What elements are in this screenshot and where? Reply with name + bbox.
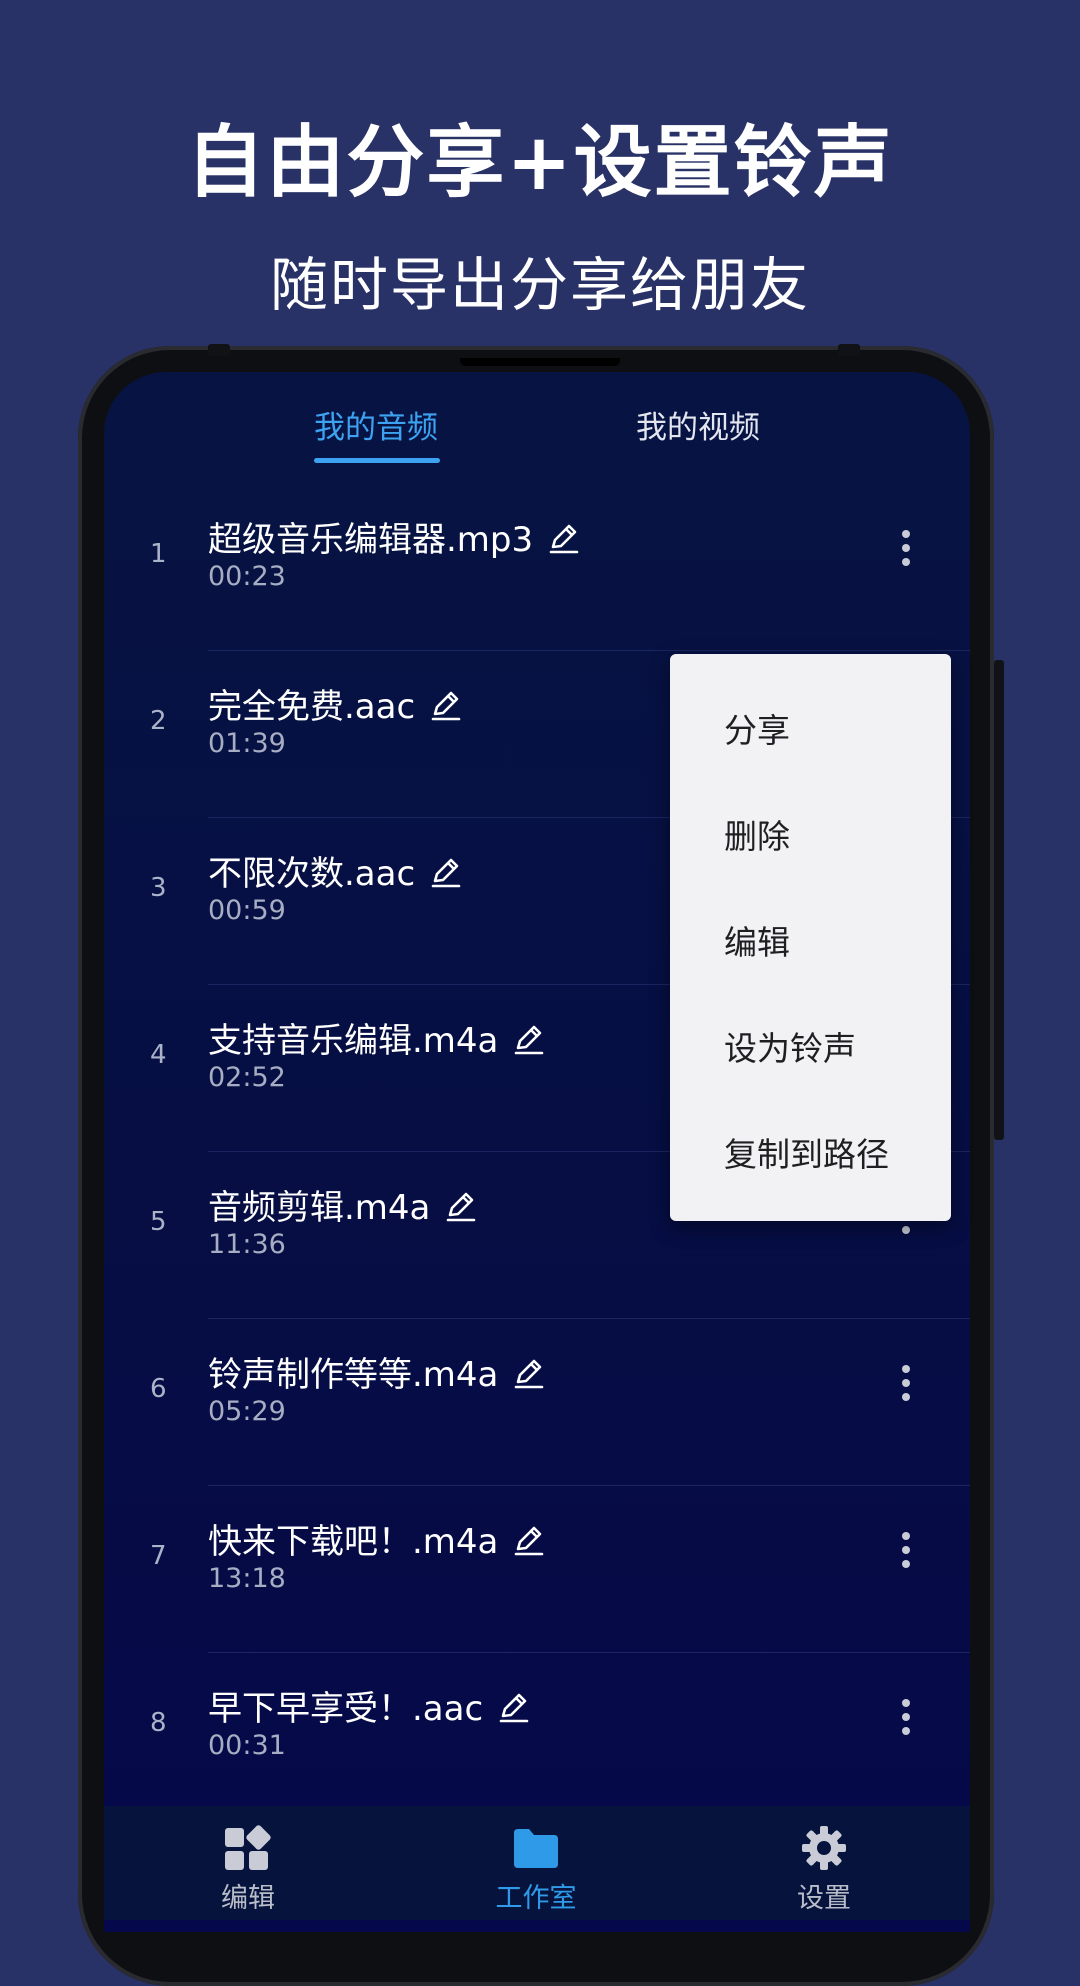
list-item[interactable]: 6 铃声制作等等.m4a 05:29 bbox=[104, 1319, 970, 1486]
menu-item-copy-to-path[interactable]: 复制到路径 bbox=[724, 1128, 889, 1176]
menu-item-set-ringtone[interactable]: 设为铃声 bbox=[724, 1022, 856, 1070]
item-title: 支持音乐编辑.m4a bbox=[208, 1013, 546, 1062]
item-title: 音频剪辑.m4a bbox=[208, 1180, 478, 1229]
nav-settings-label: 设置 bbox=[797, 1883, 851, 1914]
item-title: 不限次数.aac bbox=[208, 846, 463, 895]
item-title-text: 快来下载吧！.m4a bbox=[208, 1522, 499, 1562]
list-item[interactable]: 1 超级音乐编辑器.mp3 00:23 bbox=[104, 484, 970, 651]
item-index: 8 bbox=[150, 1708, 167, 1738]
pencil-edit-icon[interactable] bbox=[444, 1189, 478, 1223]
item-title: 快来下载吧！.m4a bbox=[208, 1514, 546, 1563]
bottom-navigation: 编辑 工作室 设置 bbox=[104, 1806, 970, 1920]
grid-shapes-icon bbox=[225, 1825, 271, 1870]
list-item[interactable]: 7 快来下载吧！.m4a 13:18 bbox=[104, 1486, 970, 1653]
item-title-text: 完全免费.aac bbox=[208, 687, 416, 727]
promo-headline: 自由分享+设置铃声 bbox=[186, 118, 894, 208]
pencil-edit-icon[interactable] bbox=[429, 855, 463, 889]
phone-side-button bbox=[994, 660, 1004, 1140]
item-title-text: 音频剪辑.m4a bbox=[208, 1188, 431, 1228]
tab-bar: 我的音频 我的视频 bbox=[104, 372, 970, 482]
more-vertical-icon[interactable] bbox=[894, 1359, 918, 1407]
promo-subline: 随时导出分享给朋友 bbox=[269, 251, 810, 319]
nav-studio-label: 工作室 bbox=[495, 1883, 577, 1914]
phone-notch bbox=[460, 358, 620, 366]
item-index: 6 bbox=[150, 1374, 167, 1404]
item-title: 早下早享受！.aac bbox=[208, 1681, 531, 1730]
item-title-text: 支持音乐编辑.m4a bbox=[208, 1021, 499, 1061]
tab-my-video[interactable]: 我的视频 bbox=[636, 402, 760, 447]
item-index: 3 bbox=[150, 873, 167, 903]
tab-my-audio[interactable]: 我的音频 bbox=[314, 402, 438, 447]
item-index: 5 bbox=[150, 1207, 167, 1237]
item-title-text: 不限次数.aac bbox=[208, 854, 416, 894]
phone-top-button bbox=[838, 344, 860, 356]
active-tab-indicator bbox=[314, 458, 440, 463]
nav-settings[interactable]: 设置 bbox=[754, 1824, 894, 1915]
menu-item-share[interactable]: 分享 bbox=[724, 704, 790, 752]
phone-top-button bbox=[208, 344, 230, 356]
more-vertical-icon[interactable] bbox=[894, 1526, 918, 1574]
item-index: 2 bbox=[150, 706, 167, 736]
menu-item-edit[interactable]: 编辑 bbox=[724, 916, 790, 964]
list-item[interactable]: 8 早下早享受！.aac 00:31 bbox=[104, 1653, 970, 1820]
menu-item-delete[interactable]: 删除 bbox=[724, 810, 790, 858]
item-duration: 00:59 bbox=[208, 895, 286, 926]
item-duration: 02:52 bbox=[208, 1062, 286, 1093]
item-title: 完全免费.aac bbox=[208, 679, 463, 728]
pencil-edit-icon[interactable] bbox=[497, 1690, 531, 1724]
item-duration: 00:31 bbox=[208, 1730, 286, 1761]
folder-icon bbox=[514, 1829, 558, 1868]
item-title-text: 超级音乐编辑器.mp3 bbox=[208, 520, 534, 560]
item-duration: 11:36 bbox=[208, 1229, 286, 1260]
pencil-edit-icon[interactable] bbox=[547, 521, 581, 555]
item-duration: 13:18 bbox=[208, 1563, 286, 1594]
nav-edit[interactable]: 编辑 bbox=[178, 1824, 318, 1915]
more-vertical-icon[interactable] bbox=[894, 1693, 918, 1741]
item-duration: 05:29 bbox=[208, 1396, 286, 1427]
item-title: 铃声制作等等.m4a bbox=[208, 1347, 546, 1396]
item-title: 超级音乐编辑器.mp3 bbox=[208, 512, 581, 561]
pencil-edit-icon[interactable] bbox=[512, 1356, 546, 1390]
item-duration: 00:23 bbox=[208, 561, 286, 592]
item-index: 1 bbox=[150, 539, 167, 569]
pencil-edit-icon[interactable] bbox=[429, 688, 463, 722]
item-title-text: 早下早享受！.aac bbox=[208, 1689, 484, 1729]
context-menu: 分享 删除 编辑 设为铃声 复制到路径 bbox=[670, 654, 951, 1221]
pencil-edit-icon[interactable] bbox=[512, 1022, 546, 1056]
item-index: 4 bbox=[150, 1040, 167, 1070]
nav-studio[interactable]: 工作室 bbox=[466, 1824, 606, 1915]
item-index: 7 bbox=[150, 1541, 167, 1571]
item-duration: 01:39 bbox=[208, 728, 286, 759]
more-vertical-icon[interactable] bbox=[894, 524, 918, 572]
item-title-text: 铃声制作等等.m4a bbox=[208, 1355, 499, 1395]
pencil-edit-icon[interactable] bbox=[512, 1523, 546, 1557]
nav-edit-label: 编辑 bbox=[221, 1883, 275, 1914]
gear-icon bbox=[802, 1826, 846, 1870]
